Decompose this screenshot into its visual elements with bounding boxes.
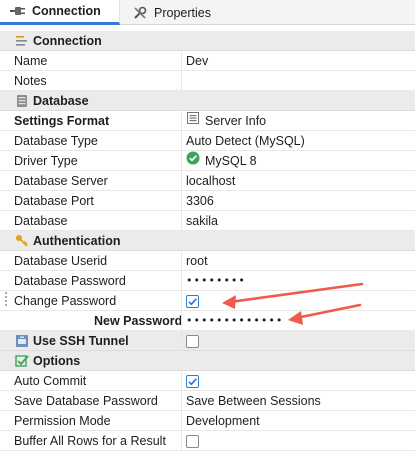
auto-commit-value — [186, 371, 199, 391]
tab-connection-label: Connection — [32, 4, 101, 18]
ssh-tunnel-icon — [14, 333, 30, 349]
password-value[interactable]: •••••••• — [186, 271, 246, 291]
section-database-title: Database — [33, 94, 89, 108]
column-divider — [181, 131, 182, 151]
property-row-buffer-rows[interactable]: Buffer All Rows for a Result — [0, 431, 415, 451]
column-divider — [181, 411, 182, 431]
database-type-value[interactable]: Auto Detect (MySQL) — [186, 131, 305, 151]
property-row-database-type[interactable]: Database Type Auto Detect (MySQL) — [0, 131, 415, 151]
property-label: Auto Commit — [14, 374, 87, 388]
property-row-name[interactable]: Name Dev — [0, 51, 415, 71]
tab-properties-label: Properties — [154, 5, 211, 20]
column-divider — [181, 51, 182, 71]
change-password-value — [186, 291, 199, 311]
property-label: Permission Mode — [14, 414, 111, 428]
property-row-change-password[interactable]: Change Password — [0, 291, 415, 311]
property-row-notes[interactable]: Notes — [0, 71, 415, 91]
property-row-database-port[interactable]: Database Port 3306 — [0, 191, 415, 211]
name-value[interactable]: Dev — [186, 51, 208, 71]
property-label: Name — [14, 54, 48, 68]
section-ssh-title: Use SSH Tunnel — [33, 334, 129, 348]
column-divider — [181, 111, 182, 131]
property-label: Database Type — [14, 134, 98, 148]
property-label: Database Userid — [14, 254, 108, 268]
section-options-title: Options — [33, 354, 81, 368]
database-port-value[interactable]: 3306 — [186, 191, 214, 211]
new-password-value[interactable]: ••••••••••••• — [186, 311, 283, 331]
property-row-save-password[interactable]: Save Database Password Save Between Sess… — [0, 391, 415, 411]
property-label: Settings Format — [14, 114, 110, 128]
options-check-icon — [14, 353, 30, 369]
wrench-icon — [132, 5, 148, 21]
column-divider — [181, 391, 182, 411]
property-row-driver-type[interactable]: Driver Type MySQL 8 — [0, 151, 415, 171]
settings-format-value[interactable]: Server Info — [186, 111, 266, 131]
column-divider — [181, 271, 182, 291]
property-row-auto-commit[interactable]: Auto Commit — [0, 371, 415, 391]
property-label: New Password — [94, 314, 183, 328]
column-divider — [181, 431, 182, 451]
permission-mode-value[interactable]: Development — [186, 411, 260, 431]
section-ssh-tunnel[interactable]: Use SSH Tunnel — [0, 331, 415, 351]
column-divider — [181, 291, 182, 311]
database-server-value[interactable]: localhost — [186, 171, 235, 191]
property-grid: Connection Name Dev Notes Database Setti… — [0, 31, 415, 451]
tab-connection[interactable]: Connection — [0, 0, 120, 25]
column-divider — [181, 331, 182, 351]
userid-value[interactable]: root — [186, 251, 208, 271]
database-icon — [14, 93, 30, 109]
property-label: Change Password — [14, 294, 117, 308]
tab-properties[interactable]: Properties — [122, 0, 232, 25]
property-label: Database Server — [14, 174, 108, 188]
column-divider — [181, 371, 182, 391]
property-label: Driver Type — [14, 154, 78, 168]
property-label: Buffer All Rows for a Result — [14, 434, 166, 448]
property-row-password[interactable]: Database Password •••••••• — [0, 271, 415, 291]
property-label: Database — [14, 214, 68, 228]
check-circle-icon — [186, 151, 200, 171]
settings-format-text: Server Info — [205, 114, 267, 128]
column-divider — [181, 311, 182, 331]
property-label: Database Password — [14, 274, 126, 288]
property-row-settings-format[interactable]: Settings Format Server Info — [0, 111, 415, 131]
plug-icon — [10, 3, 26, 19]
property-label: Database Port — [14, 194, 94, 208]
property-label: Save Database Password — [14, 394, 158, 408]
property-row-userid[interactable]: Database Userid root — [0, 251, 415, 271]
section-options[interactable]: Options — [0, 351, 415, 371]
column-divider — [181, 211, 182, 231]
buffer-rows-value — [186, 431, 199, 451]
property-row-new-password[interactable]: New Password ••••••••••••• — [0, 311, 415, 331]
auto-commit-checkbox[interactable] — [186, 374, 199, 388]
change-password-checkbox[interactable] — [186, 294, 199, 308]
connection-section-icon — [14, 33, 30, 49]
section-authentication-title: Authentication — [33, 234, 121, 248]
column-divider — [181, 71, 182, 91]
section-connection[interactable]: Connection — [0, 31, 415, 51]
driver-type-value[interactable]: MySQL 8 — [186, 151, 257, 171]
column-divider — [181, 251, 182, 271]
driver-type-text: MySQL 8 — [205, 154, 257, 168]
section-connection-title: Connection — [33, 34, 102, 48]
ssh-tunnel-checkbox[interactable] — [186, 334, 199, 348]
property-row-database[interactable]: Database sakila — [0, 211, 415, 231]
key-icon — [14, 233, 30, 249]
section-database[interactable]: Database — [0, 91, 415, 111]
property-label: Notes — [14, 74, 47, 88]
column-divider — [181, 151, 182, 171]
buffer-rows-checkbox[interactable] — [186, 434, 199, 448]
tab-bar: Connection Properties — [0, 0, 415, 25]
save-password-value[interactable]: Save Between Sessions — [186, 391, 321, 411]
column-divider — [181, 171, 182, 191]
server-info-icon — [186, 111, 200, 131]
database-value[interactable]: sakila — [186, 211, 218, 231]
section-authentication[interactable]: Authentication — [0, 231, 415, 251]
column-divider — [181, 191, 182, 211]
property-row-database-server[interactable]: Database Server localhost — [0, 171, 415, 191]
property-row-permission-mode[interactable]: Permission Mode Development — [0, 411, 415, 431]
ssh-tunnel-value — [186, 331, 199, 351]
drag-handle[interactable] — [4, 292, 8, 308]
